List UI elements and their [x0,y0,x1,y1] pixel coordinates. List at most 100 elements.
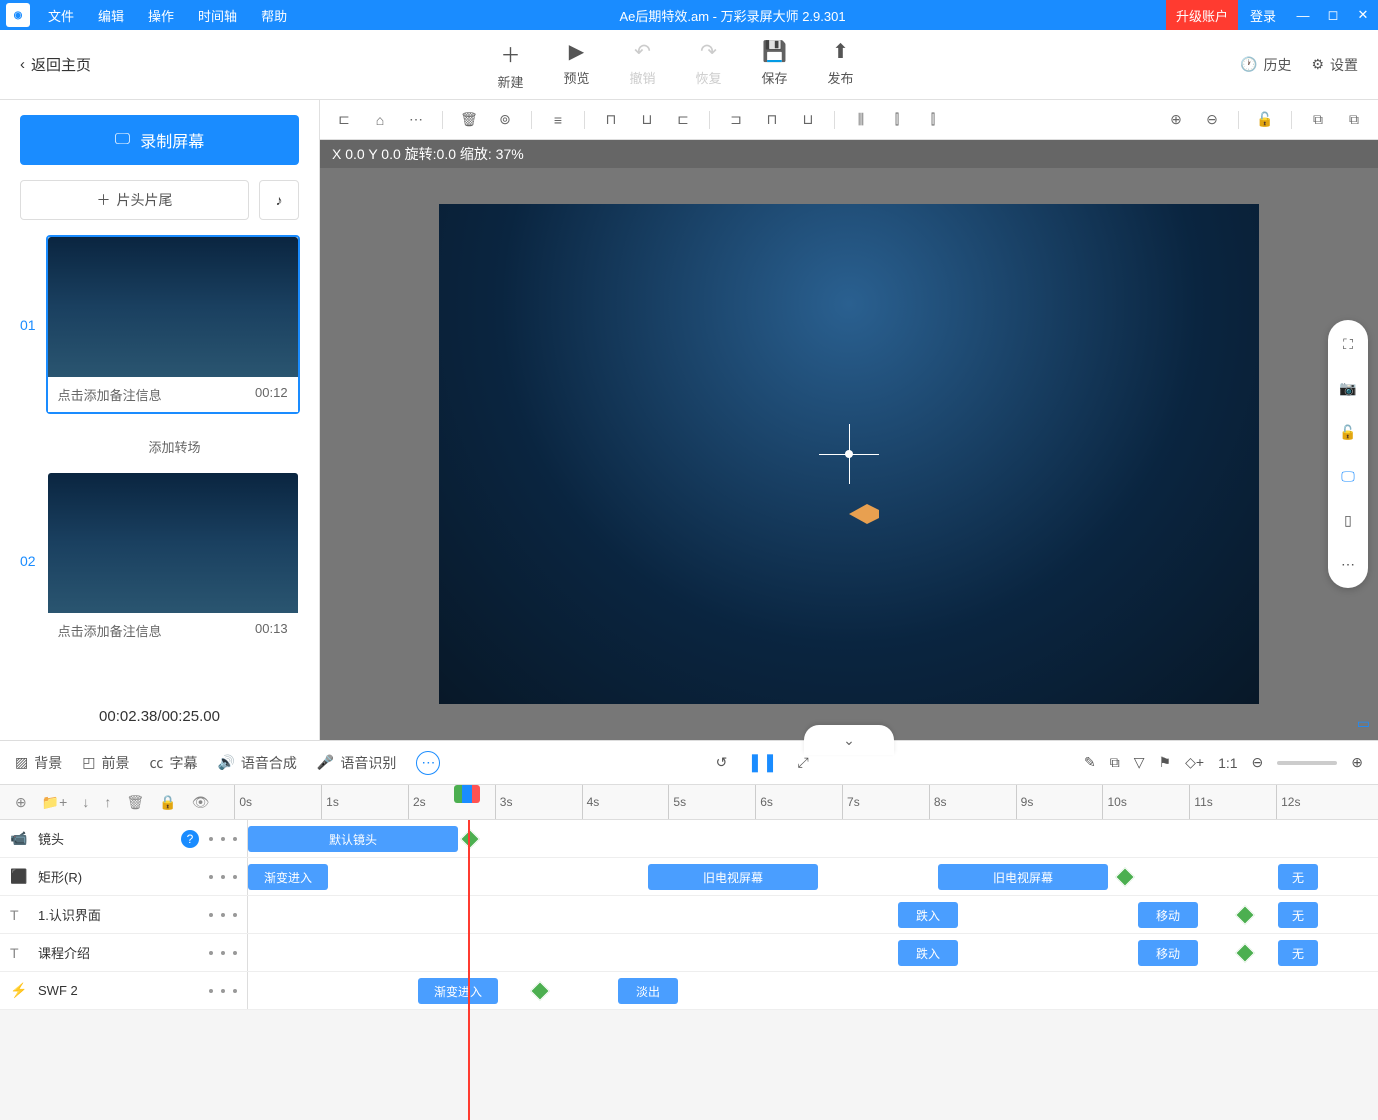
lock-track-icon[interactable]: 🔒 [159,794,176,811]
trash-icon[interactable]: 🗑 [455,106,483,134]
keyframe-diamond[interactable] [1235,943,1255,963]
lock-icon[interactable]: 🔓 [1251,106,1279,134]
playhead[interactable] [454,785,484,807]
folder-plus-icon[interactable]: 📁+ [42,794,68,811]
tab-subtitle[interactable]: ㏄字幕 [149,753,197,773]
more-icon[interactable]: ⋯ [402,106,430,134]
zoom-out-timeline-icon[interactable]: ⊖ [1252,754,1264,771]
timeline-clip[interactable]: 淡出 [618,978,678,1004]
history-button[interactable]: 🕐历史 [1240,55,1291,75]
timeline-clip[interactable]: 无 [1278,864,1318,890]
record-screen-button[interactable]: 🖵录制屏幕 [20,115,299,165]
track-content[interactable]: 渐变进入 淡出 [248,972,1378,1009]
undo-button[interactable]: ↶撤销 [629,39,655,91]
align-v3-icon[interactable]: ⊔ [794,106,822,134]
spacing-icon[interactable]: ⫿ [919,106,947,134]
timeline-clip[interactable]: 无 [1278,902,1318,928]
flag-icon[interactable]: ⚑ [1159,754,1172,771]
dist-h-icon[interactable]: ⫼ [847,106,875,134]
save-button[interactable]: 💾保存 [762,39,788,91]
track-name[interactable]: 矩形(R) [38,867,199,886]
upgrade-button[interactable]: 升级账户 [1166,0,1238,30]
zoom-in-icon[interactable]: ⊕ [1162,106,1190,134]
collapse-button[interactable]: ⌄ [804,725,894,755]
timeline-clip[interactable]: 跌入 [898,902,958,928]
intro-outro-button[interactable]: ＋片头片尾 [20,180,249,220]
unlock-icon[interactable]: 🔓 [1334,418,1362,446]
clip-note[interactable]: 点击添加备注信息 [58,621,162,640]
pause-button[interactable]: ❚❚ [747,752,777,773]
visibility-icon[interactable]: 👁 [192,794,210,811]
music-button[interactable]: ♪ [259,180,299,220]
close-button[interactable]: ✕ [1348,7,1378,23]
zoom-in-timeline-icon[interactable]: ⊕ [1351,754,1363,771]
paste-icon[interactable]: ⧉ [1340,106,1368,134]
preview-canvas[interactable]: ⛶ 📷 🔓 🖵 ▯ ⋯ ▭ [320,168,1378,740]
timeline-ruler[interactable]: 0s 1s 2s 3s 4s 5s 6s 7s 8s 9s 10s 11s 12… [234,785,1363,819]
timeline-clip[interactable]: 渐变进入 [248,864,328,890]
timeline-clip[interactable]: 无 [1278,940,1318,966]
timeline-clip[interactable]: 渐变进入 [418,978,498,1004]
add-transition-button[interactable]: 添加转场 [20,429,299,471]
clip-thumbnail[interactable] [48,237,298,377]
zoom-out-icon[interactable]: ⊖ [1198,106,1226,134]
track-content[interactable]: 默认镜头 [248,820,1378,857]
track-name[interactable]: 1.认识界面 [38,905,199,924]
timeline-clip[interactable]: 默认镜头 [248,826,458,852]
align-v2-icon[interactable]: ⊓ [758,106,786,134]
clip-item[interactable]: 02 点击添加备注信息00:13 [20,471,299,650]
new-button[interactable]: ＋新建 [497,39,523,91]
mobile-icon[interactable]: ▯ [1334,506,1362,534]
align-h1-icon[interactable]: ⊓ [597,106,625,134]
timeline-clip[interactable]: 旧电视屏幕 [648,864,818,890]
tab-background[interactable]: ▨背景 [15,753,62,773]
track-content[interactable]: 跌入 移动 无 [248,896,1378,933]
align-h3-icon[interactable]: ⊏ [669,106,697,134]
expand-button[interactable]: ⤢ [798,752,809,773]
resize-handle-icon[interactable]: ▭ [1357,715,1370,732]
clip-item[interactable]: 01 点击添加备注信息00:12 [20,235,299,414]
keyframe-diamond[interactable] [1115,867,1135,887]
move-down-icon[interactable]: ↓ [82,794,89,810]
zoom-slider[interactable] [1277,761,1337,765]
clip-thumbnail[interactable] [48,473,298,613]
more-tools-icon[interactable]: ⋯ [1334,550,1362,578]
clip-note[interactable]: 点击添加备注信息 [58,385,162,404]
home-icon[interactable]: ⌂ [366,106,394,134]
minimize-button[interactable]: — [1288,8,1318,23]
timeline-clip[interactable]: 移动 [1138,902,1198,928]
cut-icon[interactable]: ⧉ [1110,754,1120,771]
tab-foreground[interactable]: ◰前景 [82,753,129,773]
back-button[interactable]: ‹返回主页 [0,54,111,75]
menu-timeline[interactable]: 时间轴 [186,6,249,25]
menu-edit[interactable]: 编辑 [86,6,136,25]
align-left-icon[interactable]: ≡ [544,106,572,134]
dist-v-icon[interactable]: ⫿ [883,106,911,134]
track-name[interactable]: 课程介绍 [38,943,199,962]
monitor-icon[interactable]: 🖵 [1334,462,1362,490]
menu-help[interactable]: 帮助 [249,6,299,25]
keyframe-diamond[interactable] [1235,905,1255,925]
timeline-clip[interactable]: 跌入 [898,940,958,966]
fullscreen-icon[interactable]: ⛶ [1334,330,1362,358]
tab-more-button[interactable]: ⋯ [416,751,440,775]
tab-tts[interactable]: 🔊语音合成 [217,753,296,773]
timeline-clip[interactable]: 移动 [1138,940,1198,966]
track-name[interactable]: SWF 2 [38,983,199,998]
camera-icon[interactable]: 📷 [1334,374,1362,402]
copy-icon[interactable]: ⧉ [1304,106,1332,134]
rewind-button[interactable]: ↺ [716,752,728,773]
fit-icon[interactable]: 1:1 [1218,755,1237,771]
filter-icon[interactable]: ▽ [1134,754,1145,771]
track-content[interactable]: 跌入 移动 无 [248,934,1378,971]
settings-button[interactable]: ⚙设置 [1311,55,1358,75]
add-track-icon[interactable]: ⊕ [15,794,27,811]
keyframe-diamond[interactable] [530,981,550,1001]
redo-button[interactable]: ↷恢复 [696,39,722,91]
tab-asr[interactable]: 🎤语音识别 [317,753,396,773]
video-frame[interactable] [439,204,1259,704]
maximize-button[interactable]: ◻ [1318,7,1348,23]
align-icon[interactable]: ⊏ [330,106,358,134]
login-button[interactable]: 登录 [1238,6,1288,25]
preview-button[interactable]: ▶预览 [563,39,589,91]
